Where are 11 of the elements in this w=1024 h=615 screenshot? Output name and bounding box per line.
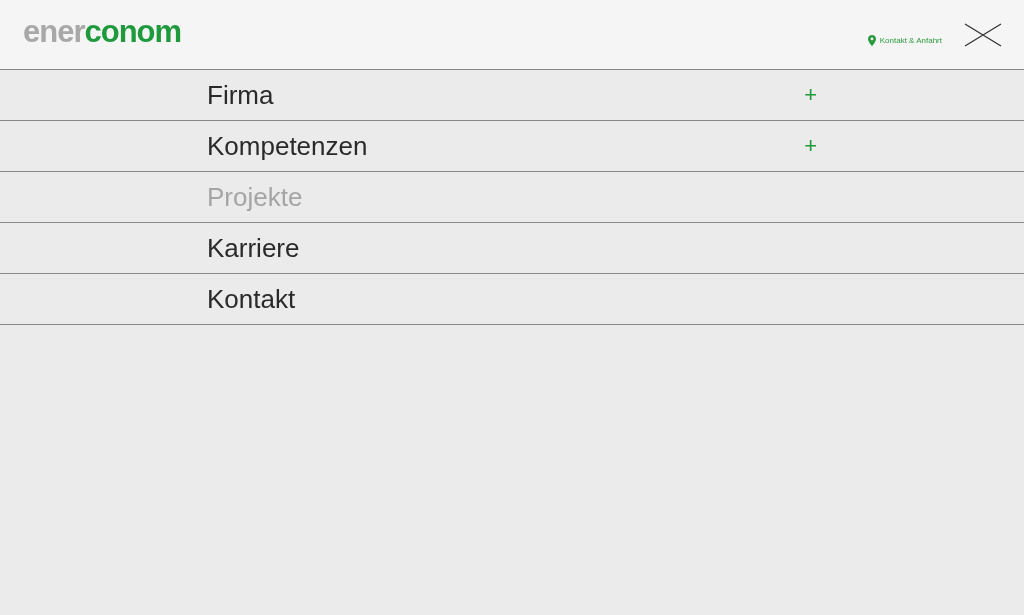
menu-item[interactable]: Kompetenzen — [207, 133, 368, 159]
contact-link[interactable]: Kontakt & Anfahrt — [867, 22, 942, 47]
menu-item[interactable]: Karriere — [207, 235, 300, 261]
menu-item[interactable]: Kontakt — [207, 286, 296, 312]
map-pin-icon — [867, 35, 876, 46]
menu-item[interactable]: Firma — [207, 82, 274, 108]
close-icon[interactable] — [964, 22, 1002, 47]
menu-item[interactable]: Projekte — [207, 184, 303, 210]
expand-toggle[interactable]: + — [804, 84, 817, 106]
logo[interactable]: enerconom — [23, 16, 182, 53]
expand-toggle[interactable]: + — [804, 135, 817, 157]
